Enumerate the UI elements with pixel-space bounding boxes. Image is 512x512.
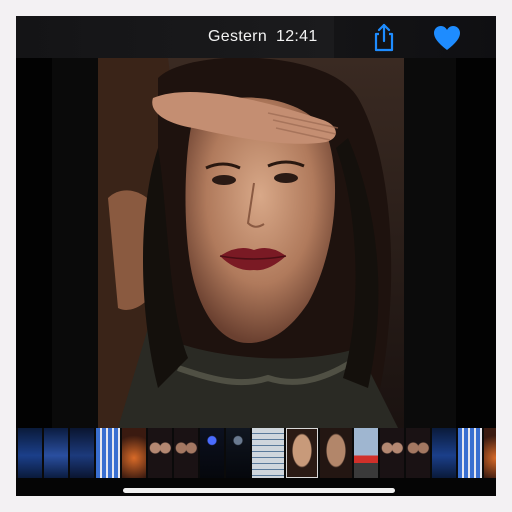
filmstrip-thumbnail[interactable] xyxy=(122,428,146,478)
filmstrip-thumbnail[interactable] xyxy=(286,428,318,478)
filmstrip-thumbnail[interactable] xyxy=(484,428,496,478)
photo-date-time: Gestern 12:41 xyxy=(208,28,327,46)
home-indicator[interactable] xyxy=(123,488,395,493)
filmstrip-thumbnail[interactable] xyxy=(380,428,404,478)
filmstrip-thumbnail[interactable] xyxy=(432,428,456,478)
portrait-image xyxy=(98,58,404,428)
filmstrip-thumbnail[interactable] xyxy=(96,428,120,478)
thumbnail-filmstrip[interactable] xyxy=(16,428,496,478)
filmstrip-thumbnail[interactable] xyxy=(320,428,352,478)
share-button[interactable] xyxy=(370,22,398,52)
viewer-dark-margin-right xyxy=(404,58,456,428)
filmstrip-thumbnail[interactable] xyxy=(406,428,430,478)
favorite-button[interactable] xyxy=(432,24,462,52)
filmstrip-thumbnail[interactable] xyxy=(200,428,224,478)
main-photo[interactable] xyxy=(98,58,404,428)
share-icon xyxy=(374,23,394,52)
filmstrip-thumbnail[interactable] xyxy=(174,428,198,478)
filmstrip-thumbnail[interactable] xyxy=(18,428,42,478)
bottom-bar xyxy=(16,478,496,496)
heart-icon xyxy=(434,26,460,50)
filmstrip-thumbnail[interactable] xyxy=(148,428,172,478)
top-toolbar: Gestern 12:41 xyxy=(16,16,496,59)
photo-date: Gestern xyxy=(208,28,268,45)
filmstrip-thumbnail[interactable] xyxy=(458,428,482,478)
filmstrip-thumbnail[interactable] xyxy=(226,428,250,478)
viewer-dark-margin-left xyxy=(52,58,98,428)
filmstrip-thumbnail[interactable] xyxy=(70,428,94,478)
photo-viewer[interactable] xyxy=(16,58,496,428)
photo-time: 12:41 xyxy=(276,28,318,45)
photo-viewer-screen: Gestern 12:41 xyxy=(16,16,496,496)
filmstrip-thumbnail[interactable] xyxy=(44,428,68,478)
filmstrip-thumbnail[interactable] xyxy=(354,428,378,478)
filmstrip-thumbnail[interactable] xyxy=(252,428,284,478)
